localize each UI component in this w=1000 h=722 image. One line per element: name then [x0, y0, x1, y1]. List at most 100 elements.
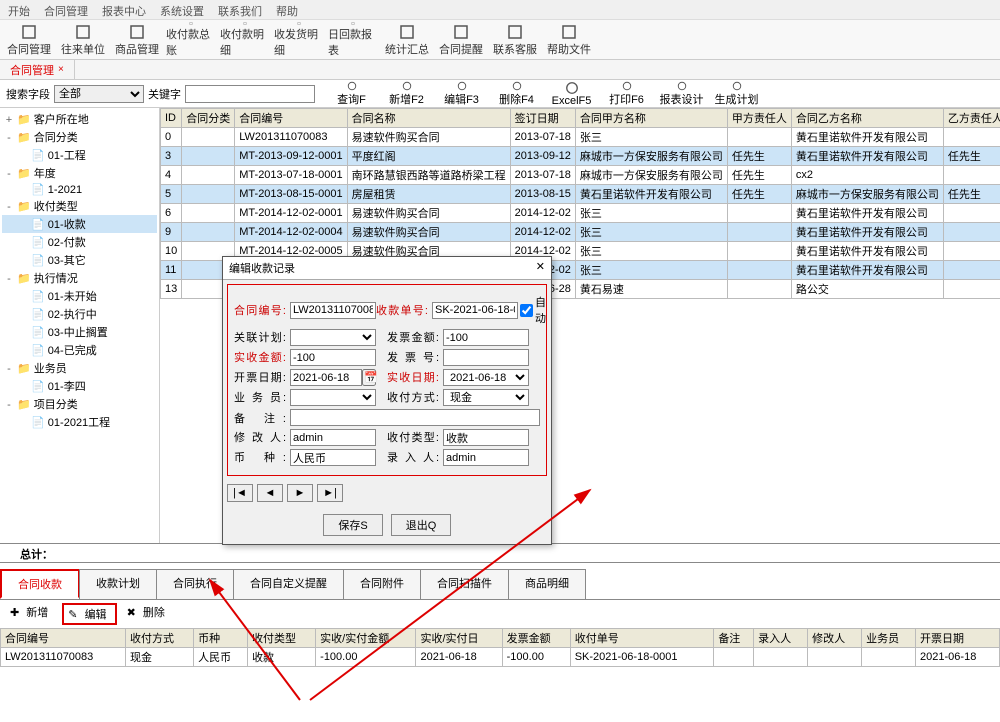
toolbar-收发货明细[interactable]: 收发货明细 [274, 22, 324, 58]
action-编辑F3[interactable]: 编辑F3 [439, 81, 484, 107]
table-row[interactable]: 5MT-2013-08-15-0001房屋租赁2013-08-15黄石里诺软件开… [161, 185, 1000, 204]
col-ID[interactable]: ID [161, 109, 182, 128]
plan-select[interactable] [290, 329, 376, 346]
subtab-合同执行[interactable]: 合同执行 [156, 569, 234, 599]
subcol-录入人[interactable]: 录入人 [754, 629, 808, 648]
prev-button[interactable]: ◄ [257, 484, 283, 502]
action-新增F2[interactable]: 新增F2 [384, 81, 429, 107]
action-查询F[interactable]: 查询F [329, 81, 374, 107]
subcol-实收/实付日[interactable]: 实收/实付日 [416, 629, 502, 648]
subcol-修改人[interactable]: 修改人 [808, 629, 862, 648]
tree-年度[interactable]: - 📁 年度 [2, 164, 157, 182]
tree-02-执行中[interactable]: 📄 02-执行中 [2, 305, 157, 323]
col-甲方责任人[interactable]: 甲方责任人 [727, 109, 791, 128]
subcol-发票金额[interactable]: 发票金额 [502, 629, 570, 648]
action-报表设计[interactable]: 报表设计 [659, 81, 704, 107]
subtab-商品明细[interactable]: 商品明细 [508, 569, 586, 599]
tree-01-李四[interactable]: 📄 01-李四 [2, 377, 157, 395]
tree-01-工程[interactable]: 📄 01-工程 [2, 146, 157, 164]
real-date-select[interactable]: 2021-06-18 [443, 369, 529, 386]
last-button[interactable]: ►| [317, 484, 343, 502]
subcol-合同编号[interactable]: 合同编号 [1, 629, 126, 648]
type-input[interactable] [443, 429, 529, 446]
col-合同甲方名称[interactable]: 合同甲方名称 [575, 109, 727, 128]
subtab-合同自定义提醒[interactable]: 合同自定义提醒 [233, 569, 344, 599]
tree-02-付款[interactable]: 📄 02-付款 [2, 233, 157, 251]
menu-报表中心[interactable]: 报表中心 [102, 3, 146, 16]
auto-checkbox[interactable] [520, 302, 533, 319]
table-row[interactable]: 4MT-2013-07-18-0001南环路慧银西路等道路桥梁工程2013-07… [161, 166, 1000, 185]
table-row[interactable]: 6MT-2014-12-02-0001易速软件购买合同2014-12-02张三黄… [161, 204, 1000, 223]
tree-业务员[interactable]: - 📁 业务员 [2, 359, 157, 377]
toolbar-日回款报表[interactable]: 日回款报表 [328, 22, 378, 58]
subtab-合同扫描件[interactable]: 合同扫描件 [420, 569, 509, 599]
toolbar-联系客服[interactable]: 联系客服 [490, 22, 540, 58]
toolbar-收付款总账[interactable]: 收付款总账 [166, 22, 216, 58]
delete-button[interactable]: ✖ 删除 [123, 603, 173, 625]
calendar-icon[interactable]: 📅 [362, 369, 376, 386]
subtab-合同收款[interactable]: 合同收款 [0, 569, 80, 599]
modifier-input[interactable] [290, 429, 376, 446]
dialog-close-icon[interactable]: ✕ [536, 260, 545, 276]
tree-01-收款[interactable]: 📄 01-收款 [2, 215, 157, 233]
tree-03-中止搁置[interactable]: 📄 03-中止搁置 [2, 323, 157, 341]
table-row[interactable]: 9MT-2014-12-02-0004易速软件购买合同2014-12-02张三黄… [161, 223, 1000, 242]
menu-帮助[interactable]: 帮助 [276, 3, 298, 16]
menu-开始[interactable]: 开始 [8, 3, 30, 16]
real-amt-input[interactable] [290, 349, 376, 366]
toolbar-合同管理[interactable]: 合同管理 [4, 22, 54, 58]
col-乙方责任人[interactable]: 乙方责任人 [943, 109, 1000, 128]
tree-03-其它[interactable]: 📄 03-其它 [2, 251, 157, 269]
entry-input[interactable] [443, 449, 529, 466]
subcol-开票日期[interactable]: 开票日期 [916, 629, 1000, 648]
staff-select[interactable] [290, 389, 376, 406]
tree-项目分类[interactable]: - 📁 项目分类 [2, 395, 157, 413]
subcol-收付方式[interactable]: 收付方式 [126, 629, 194, 648]
subcol-业务员[interactable]: 业务员 [862, 629, 916, 648]
invoice-no-input[interactable] [443, 349, 529, 366]
toolbar-收付款明细[interactable]: 收付款明细 [220, 22, 270, 58]
subcol-收付类型[interactable]: 收付类型 [248, 629, 316, 648]
currency-input[interactable] [290, 449, 376, 466]
toolbar-帮助文件[interactable]: 帮助文件 [544, 22, 594, 58]
col-合同乙方名称[interactable]: 合同乙方名称 [791, 109, 943, 128]
search-field-select[interactable]: 全部 [54, 85, 144, 103]
table-row[interactable]: 3MT-2013-09-12-0001平度红阁2013-09-12麻城市一方保安… [161, 147, 1000, 166]
exit-button[interactable]: 退出Q [391, 514, 451, 536]
table-row[interactable]: 0LW201311070083易速软件购买合同2013-07-18张三黄石里诺软… [161, 128, 1000, 147]
col-合同分类[interactable]: 合同分类 [182, 109, 235, 128]
subcol-币种[interactable]: 币种 [194, 629, 248, 648]
tree-合同分类[interactable]: - 📁 合同分类 [2, 128, 157, 146]
keyword-input[interactable] [185, 85, 315, 103]
menu-合同管理[interactable]: 合同管理 [44, 3, 88, 16]
first-button[interactable]: |◄ [227, 484, 253, 502]
tree-01-2021工程[interactable]: 📄 01-2021工程 [2, 413, 157, 431]
nav-tree[interactable]: + 📁 客户所在地- 📁 合同分类 📄 01-工程- 📁 年度 📄 1-2021… [0, 108, 160, 543]
remark-input[interactable] [290, 409, 540, 426]
contract-no-input[interactable] [290, 302, 376, 319]
bill-date-input[interactable] [290, 369, 362, 386]
close-icon[interactable]: × [58, 64, 64, 75]
action-ExcelF5[interactable]: ExcelF5 [549, 81, 594, 107]
action-打印F6[interactable]: 打印F6 [604, 81, 649, 107]
menu-联系我们[interactable]: 联系我们 [218, 3, 262, 16]
table-row[interactable]: LW201311070083现金人民币收款-100.002021-06-18-1… [1, 648, 1000, 667]
invoice-amt-input[interactable] [443, 329, 529, 346]
receipt-no-input[interactable] [432, 302, 518, 319]
active-tab[interactable]: 合同管理 × [0, 60, 75, 79]
subtab-合同附件[interactable]: 合同附件 [343, 569, 421, 599]
toolbar-往来单位[interactable]: 往来单位 [58, 22, 108, 58]
action-删除F4[interactable]: 删除F4 [494, 81, 539, 107]
tree-04-已完成[interactable]: 📄 04-已完成 [2, 341, 157, 359]
tree-客户所在地[interactable]: + 📁 客户所在地 [2, 110, 157, 128]
toolbar-商品管理[interactable]: 商品管理 [112, 22, 162, 58]
edit-button[interactable]: ✎ 编辑 [62, 603, 116, 625]
pay-select[interactable]: 现金 [443, 389, 529, 406]
sub-grid[interactable]: 合同编号收付方式币种收付类型实收/实付金额实收/实付日发票金额收付单号备注录入人… [0, 628, 1000, 678]
tree-01-未开始[interactable]: 📄 01-未开始 [2, 287, 157, 305]
toolbar-统计汇总[interactable]: 统计汇总 [382, 22, 432, 58]
add-button[interactable]: ✚ 新增 [6, 603, 56, 625]
toolbar-合同提醒[interactable]: 合同提醒 [436, 22, 486, 58]
col-签订日期[interactable]: 签订日期 [510, 109, 575, 128]
next-button[interactable]: ► [287, 484, 313, 502]
